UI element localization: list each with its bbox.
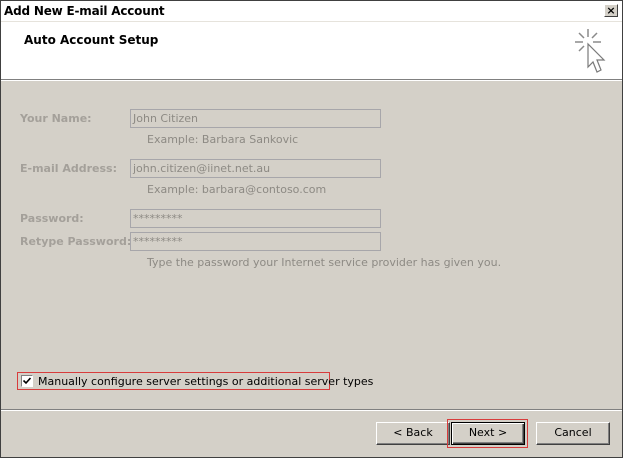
wizard-cursor-icon — [575, 29, 606, 73]
password-field[interactable]: ********* — [130, 209, 381, 228]
close-button[interactable]: × — [604, 4, 618, 17]
retype-password-field[interactable]: ********* — [130, 232, 381, 251]
email-address-label: E-mail Address: — [20, 162, 117, 175]
page-title: Auto Account Setup — [24, 33, 159, 47]
password-label: Password: — [20, 212, 84, 225]
next-button[interactable]: Next > — [451, 422, 525, 445]
your-name-field[interactable]: John Citizen — [130, 109, 381, 128]
your-name-example: Example: Barbara Sankovic — [147, 133, 299, 146]
manual-config-label: Manually configure server settings or ad… — [38, 375, 374, 388]
email-address-field[interactable]: john.citizen@iinet.net.au — [130, 159, 381, 178]
title-bar: Add New E-mail Account × — [1, 1, 622, 22]
email-address-example: Example: barbara@contoso.com — [147, 183, 327, 196]
window-title: Add New E-mail Account — [4, 4, 165, 18]
close-icon: × — [606, 4, 616, 17]
header-panel: Auto Account Setup — [1, 22, 622, 81]
checkmark-icon — [22, 377, 32, 385]
password-hint: Type the password your Internet service … — [147, 256, 502, 269]
manual-config-checkbox[interactable] — [21, 375, 33, 387]
your-name-label: Your Name: — [20, 112, 92, 125]
cancel-button[interactable]: Cancel — [536, 422, 610, 445]
add-email-account-dialog: Add New E-mail Account × Auto Account Se… — [0, 0, 623, 458]
manual-config-option[interactable]: Manually configure server settings or ad… — [17, 372, 373, 390]
retype-password-label: Retype Password: — [20, 235, 132, 248]
back-button[interactable]: < Back — [376, 422, 450, 445]
divider-highlight — [1, 410, 622, 411]
